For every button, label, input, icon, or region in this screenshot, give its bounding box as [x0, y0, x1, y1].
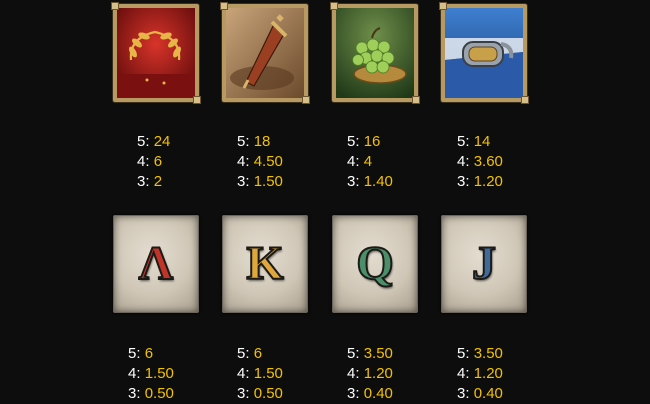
pay-count: 3: — [237, 385, 250, 402]
pay-value: 0.40 — [363, 385, 393, 402]
symbol-letter-a: Λ — [113, 215, 199, 313]
pay-count: 5: — [457, 345, 470, 362]
pay-row: 4: 1.20 — [347, 364, 393, 384]
pay-value: 16 — [363, 133, 381, 150]
pay-row: 5: 14 — [457, 132, 503, 152]
grapes-icon — [336, 8, 414, 98]
pay-value: 1.50 — [253, 173, 283, 190]
pay-value: 4.50 — [253, 153, 283, 170]
pay-value: 1.50 — [144, 365, 174, 382]
pay-count: 3: — [347, 385, 360, 402]
pay-row: 5: 16 — [347, 132, 393, 152]
pay-row: 4: 4.50 — [237, 152, 283, 172]
pay-count: 3: — [457, 385, 470, 402]
pay-row: 4: 1.50 — [128, 364, 174, 384]
paytable-bracer: 5: 14 4: 3.60 3: 1.20 — [457, 132, 503, 192]
pay-count: 5: — [457, 133, 470, 150]
pay-count: 4: — [347, 365, 360, 382]
pay-row: 4: 1.50 — [237, 364, 283, 384]
pay-count: 5: — [347, 133, 360, 150]
paytable-letter-j: 5: 3.50 4: 1.20 3: 0.40 — [457, 344, 503, 404]
pay-count: 4: — [237, 365, 250, 382]
pay-count: 5: — [128, 345, 141, 362]
bracer-icon — [445, 8, 523, 98]
letter-q-icon: Q — [355, 237, 394, 290]
pay-count: 5: — [237, 133, 250, 150]
pay-value: 6 — [253, 345, 263, 362]
pay-count: 5: — [347, 345, 360, 362]
pay-count: 4: — [137, 153, 150, 170]
letter-k-icon: K — [245, 237, 284, 290]
pay-value: 1.40 — [363, 173, 393, 190]
symbol-letter-j: J — [441, 215, 527, 313]
pay-count: 3: — [237, 173, 250, 190]
pay-row: 5: 6 — [237, 344, 283, 364]
letter-a-icon: Λ — [138, 237, 174, 290]
gladius-sword-icon — [226, 8, 304, 98]
pay-count: 4: — [128, 365, 141, 382]
paytable-letter-a: 5: 6 4: 1.50 3: 0.50 — [128, 344, 174, 404]
pay-value: 6 — [144, 345, 154, 362]
pay-count: 3: — [347, 173, 360, 190]
laurel-wreath-icon — [117, 8, 195, 98]
pay-row: 4: 6 — [137, 152, 170, 172]
pay-row: 3: 1.50 — [237, 172, 283, 192]
pay-value: 4 — [363, 153, 373, 170]
pay-value: 1.20 — [363, 365, 393, 382]
pay-row: 3: 0.40 — [347, 384, 393, 404]
pay-value: 18 — [253, 133, 271, 150]
symbol-bracer — [439, 2, 529, 104]
pay-count: 3: — [457, 173, 470, 190]
pay-value: 0.40 — [473, 385, 503, 402]
pay-row: 5: 24 — [137, 132, 170, 152]
pay-value: 6 — [153, 153, 163, 170]
pay-row: 3: 2 — [137, 172, 170, 192]
symbol-gladius-sword — [220, 2, 310, 104]
symbol-laurel-wreath — [111, 2, 201, 104]
pay-count: 4: — [237, 153, 250, 170]
symbol-letter-k: K — [222, 215, 308, 313]
pay-count: 5: — [137, 133, 150, 150]
pay-row: 5: 18 — [237, 132, 283, 152]
paytable-grapes: 5: 16 4: 4 3: 1.40 — [347, 132, 393, 192]
pay-value: 1.20 — [473, 173, 503, 190]
pay-row: 5: 3.50 — [457, 344, 503, 364]
pay-value: 0.50 — [144, 385, 174, 402]
pay-count: 4: — [347, 153, 360, 170]
pay-row: 3: 0.50 — [237, 384, 283, 404]
symbol-letter-q: Q — [332, 215, 418, 313]
pay-value: 0.50 — [253, 385, 283, 402]
paytable-laurel-wreath: 5: 24 4: 6 3: 2 — [137, 132, 170, 192]
pay-row: 5: 6 — [128, 344, 174, 364]
pay-value: 1.50 — [253, 365, 283, 382]
symbol-grapes — [330, 2, 420, 104]
pay-value: 24 — [153, 133, 171, 150]
pay-count: 4: — [457, 153, 470, 170]
pay-row: 3: 1.20 — [457, 172, 503, 192]
pay-value: 3.50 — [363, 345, 393, 362]
pay-count: 5: — [237, 345, 250, 362]
pay-value: 1.20 — [473, 365, 503, 382]
pay-row: 5: 3.50 — [347, 344, 393, 364]
pay-row: 4: 4 — [347, 152, 393, 172]
pay-count: 4: — [457, 365, 470, 382]
paytable-letter-k: 5: 6 4: 1.50 3: 0.50 — [237, 344, 283, 404]
paytable-gladius-sword: 5: 18 4: 4.50 3: 1.50 — [237, 132, 283, 192]
pay-count: 3: — [137, 173, 150, 190]
pay-row: 4: 1.20 — [457, 364, 503, 384]
pay-row: 4: 3.60 — [457, 152, 503, 172]
pay-row: 3: 1.40 — [347, 172, 393, 192]
pay-count: 3: — [128, 385, 141, 402]
letter-j-icon: J — [471, 237, 497, 290]
pay-value: 3.60 — [473, 153, 503, 170]
pay-value: 14 — [473, 133, 491, 150]
pay-row: 3: 0.50 — [128, 384, 174, 404]
paytable-letter-q: 5: 3.50 4: 1.20 3: 0.40 — [347, 344, 393, 404]
pay-value: 3.50 — [473, 345, 503, 362]
pay-row: 3: 0.40 — [457, 384, 503, 404]
pay-value: 2 — [153, 173, 163, 190]
